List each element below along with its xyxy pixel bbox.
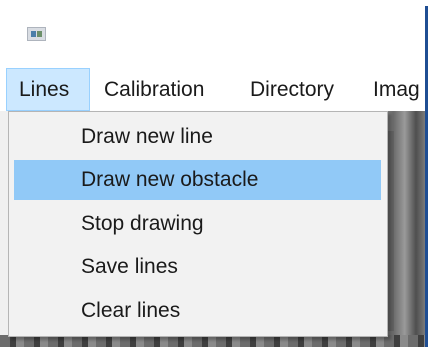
image-detail [388,131,394,331]
app-icon-pane-left [31,31,36,37]
menu-item-stop-drawing[interactable]: Stop drawing [14,204,381,244]
menu-item-clear-lines[interactable]: Clear lines [14,291,381,331]
menu-directory[interactable]: Directory [250,68,334,111]
app-window-icon[interactable] [27,27,46,41]
title-bar[interactable] [0,0,425,68]
menu-item-draw-new-line[interactable]: Draw new line [14,117,381,157]
menu-item-draw-new-obstacle[interactable]: Draw new obstacle [14,160,381,200]
app-icon-pane-right [37,31,42,37]
menu-lines[interactable]: Lines [6,68,90,111]
menu-bar: Lines Calibration Directory Imag [0,68,425,111]
menu-image[interactable]: Imag [373,68,420,111]
app-window: Lines Calibration Directory Imag Draw ne… [0,0,428,347]
menu-calibration[interactable]: Calibration [104,68,204,111]
menu-item-save-lines[interactable]: Save lines [14,247,381,287]
lines-dropdown-menu: Draw new line Draw new obstacle Stop dra… [8,111,388,337]
